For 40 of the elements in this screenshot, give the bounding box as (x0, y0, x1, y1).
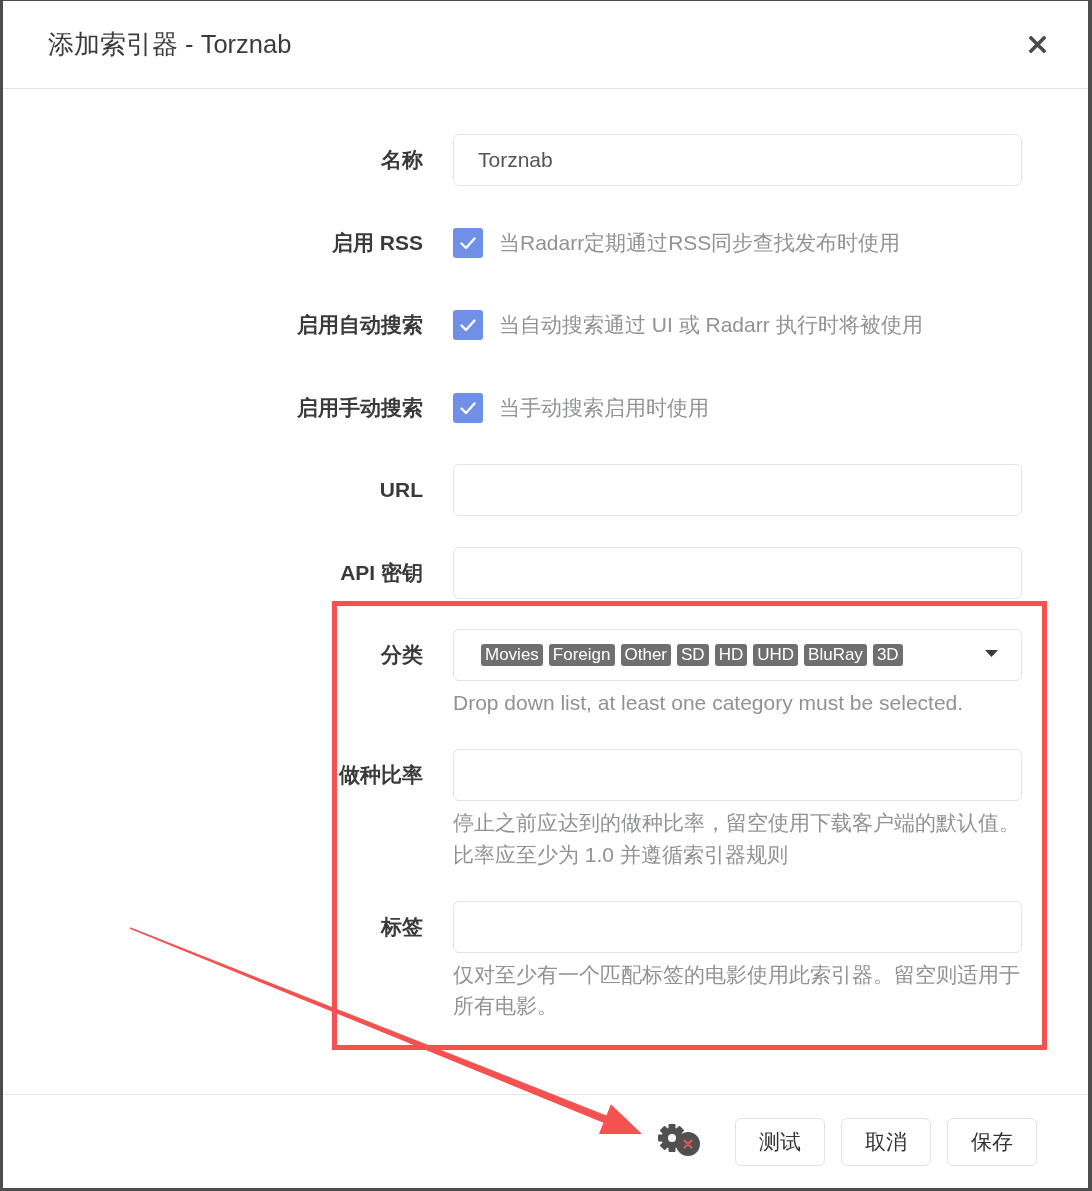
help-text: 当自动搜索通过 UI 或 Radarr 执行时将被使用 (499, 312, 923, 339)
text-field[interactable] (453, 546, 1022, 599)
category-tag: BluRay (804, 644, 867, 666)
checkbox[interactable] (453, 392, 483, 423)
category-tag: Foreign (548, 644, 615, 666)
help-text: 当手动搜索启用时使用 (499, 394, 709, 421)
text-field[interactable] (453, 464, 1022, 516)
gear-cross-icon (658, 1123, 700, 1157)
close-icon (1029, 36, 1046, 53)
field-label: 做种比率 (339, 762, 423, 789)
category-tag: UHD (753, 644, 799, 666)
category-tag: SD (677, 644, 709, 666)
help-text: 停止之前应达到的做种比率，留空使用下载客户端的默认值。比率应至少为 1.0 并遵循索引器规则 (453, 810, 1021, 868)
field-label: 分类 (381, 642, 423, 669)
field-label: 启用自动搜索 (297, 312, 423, 339)
field-label: API 密钥 (340, 559, 423, 586)
field-label: 名称 (381, 147, 423, 174)
test-button[interactable]: 测试 (735, 1117, 825, 1166)
save-button[interactable]: 保存 (947, 1117, 1037, 1166)
text-field[interactable] (453, 900, 1022, 953)
checkbox[interactable] (453, 227, 483, 258)
category-tag: Other (620, 644, 672, 666)
help-text: 仅对至少有一个匹配标签的电影使用此索引器。留空则适用于所有电影。 (453, 961, 1021, 1019)
help-text: Drop down list, at least one category must be selected. (453, 690, 965, 716)
checkbox[interactable] (453, 310, 483, 340)
category-tag: HD (714, 644, 748, 666)
category-select[interactable]: Movies Foreign Other SD HD UHD BluRay 3D (453, 629, 1022, 681)
text-field[interactable] (453, 749, 1022, 801)
category-tag: 3D (872, 644, 903, 666)
field-label: 启用手动搜索 (297, 394, 423, 421)
cancel-button[interactable]: 取消 (841, 1117, 931, 1166)
dialog-title: 添加索引器 - Torznab (48, 29, 292, 60)
field-label: URL (379, 477, 423, 504)
text-field[interactable]: Torznab (453, 134, 1022, 186)
field-label: 启用 RSS (332, 229, 423, 256)
caret-icon (985, 649, 998, 657)
field-label: 标签 (381, 913, 423, 940)
category-tag: Movies (481, 644, 543, 666)
help-text: 当Radarr定期通过RSS同步查找发布时使用 (499, 229, 901, 256)
close-button[interactable] (1029, 36, 1046, 53)
